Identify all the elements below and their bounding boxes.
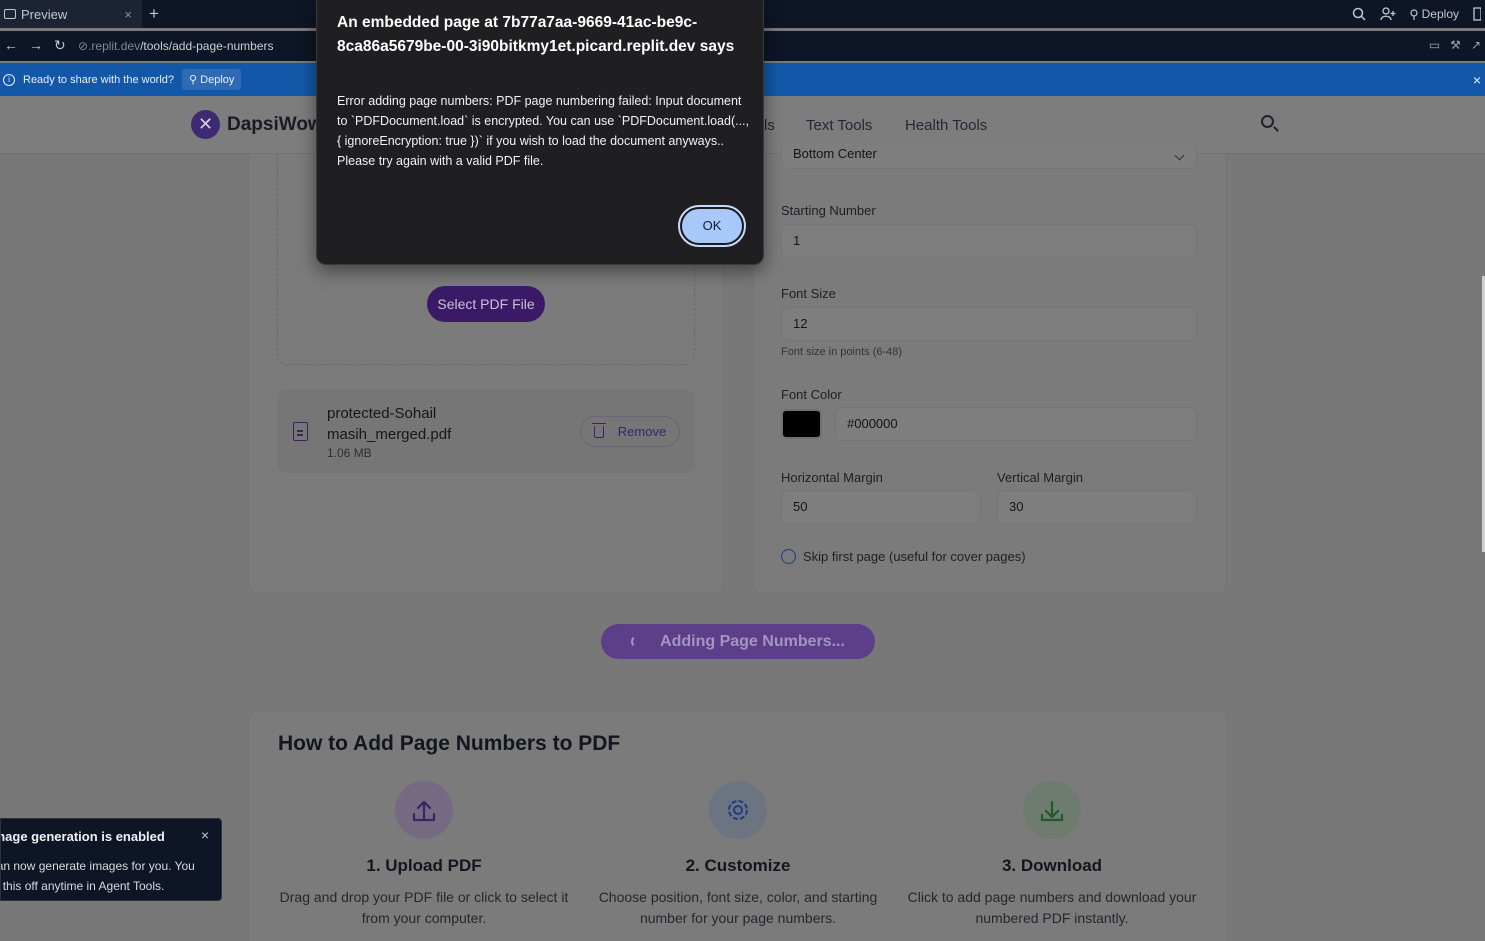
back-icon[interactable]: ← <box>4 37 18 53</box>
download-icon <box>1023 781 1081 839</box>
horizontal-margin-input[interactable]: 50 <box>781 490 981 524</box>
tab-close-button[interactable]: × <box>124 7 132 22</box>
remove-file-button[interactable]: Remove <box>580 416 680 447</box>
skip-first-page-checkbox[interactable] <box>781 549 796 564</box>
trash-icon <box>591 422 606 438</box>
devices-icon[interactable]: ▭ <box>1429 38 1440 52</box>
panel-toggle-icon[interactable] <box>1473 7 1481 21</box>
vertical-margin-input[interactable]: 30 <box>997 490 1197 524</box>
starting-number-input[interactable]: 1 <box>781 224 1197 258</box>
how-to-section: How to Add Page Numbers to PDF 1. Upload… <box>248 710 1228 941</box>
url-field[interactable]: ⊘.replit.dev/tools/add-page-numbers <box>78 39 274 53</box>
dialog-title: An embedded page at 7b77a7aa-9669-41ac-b… <box>337 14 735 55</box>
gear-icon <box>709 781 767 839</box>
alert-dialog: An embedded page at 7b77a7aa-9669-41ac-b… <box>316 0 764 265</box>
adding-page-numbers-button[interactable]: Adding Page Numbers... <box>601 624 875 659</box>
toast-title: Image generation is enabled <box>0 829 165 844</box>
pin-icon <box>1410 8 1418 20</box>
url-host: .replit.dev <box>88 39 141 53</box>
starting-number-label: Starting Number <box>781 203 876 218</box>
font-color-swatch[interactable] <box>781 409 822 439</box>
tab-label: Preview <box>21 6 68 22</box>
ok-button[interactable]: OK <box>678 205 746 247</box>
nav-link-tools[interactable]: ls <box>764 117 775 134</box>
search-icon[interactable] <box>1352 7 1366 21</box>
dialog-message: Error adding page numbers: PDF page numb… <box>337 94 749 168</box>
toast-close-icon[interactable]: × <box>201 827 209 843</box>
new-tab-button[interactable]: + <box>149 4 159 24</box>
url-path: /tools/add-page-numbers <box>140 39 274 53</box>
font-size-hint: Font size in points (6-48) <box>781 346 903 358</box>
step-title: 1. Upload PDF <box>366 856 482 875</box>
step-title: 2. Customize <box>685 856 791 875</box>
banner-deploy-label: Deploy <box>200 74 235 86</box>
invite-user-icon[interactable] <box>1379 7 1396 21</box>
font-color-label: Font Color <box>781 387 842 402</box>
deploy-label: Deploy <box>1421 7 1459 21</box>
tab-preview[interactable]: Preview × <box>0 0 142 28</box>
font-color-input[interactable]: #000000 <box>835 407 1197 441</box>
nav-link-text-tools[interactable]: Text Tools <box>806 117 872 134</box>
spinner-icon <box>631 635 644 648</box>
step-title: 3. Download <box>1001 856 1103 875</box>
ok-label: OK <box>682 209 742 243</box>
select-pdf-button[interactable]: Select PDF File <box>427 286 545 322</box>
address-bar-actions: ▭ ⚒ ↗ <box>1429 38 1481 52</box>
banner-close-icon[interactable]: × <box>1473 72 1481 88</box>
file-name: protected-Sohail masih_merged.pdf <box>327 405 452 443</box>
adding-label: Adding Page Numbers... <box>660 632 845 650</box>
logo-icon[interactable]: ✕ <box>191 110 220 139</box>
step-description: Click to add page numbers and download y… <box>907 889 1197 926</box>
selected-file-row: protected-Sohail masih_merged.pdf 1.06 M… <box>277 389 695 473</box>
step-description: Drag and drop your PDF file or click to … <box>279 889 569 926</box>
toast-body: Agent can now generate images for you. Y… <box>1 859 195 893</box>
site-search-icon[interactable] <box>1261 115 1274 128</box>
font-size-input[interactable]: 12 <box>781 307 1197 341</box>
monitor-icon <box>4 9 16 19</box>
image-generation-toast: Image generation is enabled × Agent can … <box>0 818 222 901</box>
reload-icon[interactable]: ↻ <box>54 37 66 54</box>
horizontal-margin-label: Horizontal Margin <box>781 470 883 485</box>
vertical-margin-label: Vertical Margin <box>997 470 1083 485</box>
remove-label: Remove <box>617 424 667 439</box>
info-icon: i <box>3 73 15 86</box>
skip-first-page-label: Skip first page (useful for cover pages) <box>803 549 1026 564</box>
nav-link-health-tools[interactable]: Health Tools <box>905 117 987 134</box>
devtools-icon[interactable]: ⚒ <box>1450 38 1461 52</box>
how-to-title: How to Add Page Numbers to PDF <box>278 732 621 755</box>
forward-icon[interactable]: → <box>29 37 43 53</box>
file-icon <box>293 422 308 441</box>
settings-card <box>753 154 1227 594</box>
deploy-button[interactable]: Deploy <box>1410 7 1459 21</box>
logo-text[interactable]: DapsiWow <box>227 114 323 136</box>
step-description: Choose position, font size, color, and s… <box>598 889 878 926</box>
upload-icon <box>395 781 453 839</box>
file-size: 1.06 MB <box>327 446 372 460</box>
banner-deploy-button[interactable]: ⚲ Deploy <box>182 69 242 90</box>
top-right-actions: Deploy <box>1352 0 1485 28</box>
banner-text: Ready to share with the world? <box>23 73 175 86</box>
external-link-icon[interactable]: ↗ <box>1471 38 1481 52</box>
position-select[interactable]: Bottom Center <box>781 143 1197 169</box>
font-size-label: Font Size <box>781 286 836 301</box>
